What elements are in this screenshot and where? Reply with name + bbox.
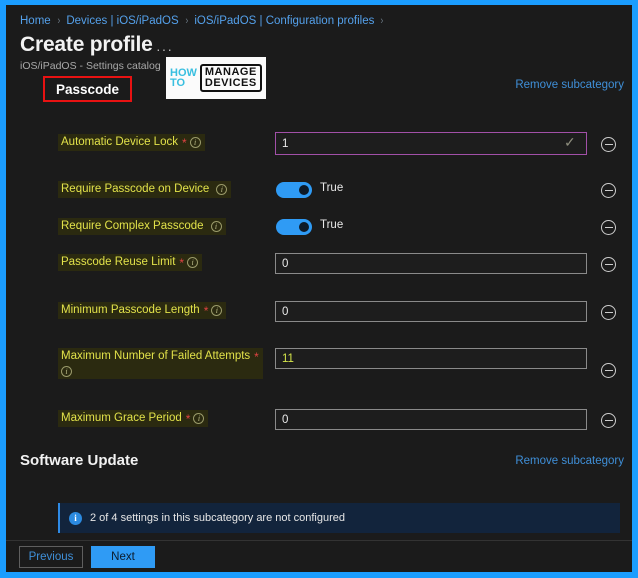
- remove-setting-button-passcode-reuse-limit[interactable]: [601, 257, 616, 272]
- required-asterisk: *: [203, 303, 209, 318]
- breadcrumb: Home › Devices | iOS/iPadOS › iOS/iPadOS…: [20, 11, 390, 31]
- setting-label-passcode-reuse-limit: Passcode Reuse Limit * i: [58, 254, 203, 272]
- previous-button[interactable]: Previous: [19, 545, 83, 568]
- breadcrumb-separator-icon: ›: [380, 15, 384, 27]
- label-text: Maximum Grace Period: [61, 412, 182, 424]
- azure-portal-blade: Home › Devices | iOS/iPadOS › iOS/iPadOS…: [6, 5, 632, 572]
- setting-label-minimum-passcode-length: Minimum Passcode Length * i: [58, 302, 227, 320]
- logo-managedevices-text: MANAGE DEVICES: [199, 64, 262, 92]
- info-icon[interactable]: i: [210, 221, 222, 233]
- label-text: Require Complex Passcode: [61, 220, 204, 232]
- input-maximum-number-of-failed-attempts[interactable]: [275, 348, 587, 369]
- label-text: Passcode Reuse Limit: [61, 256, 176, 268]
- toggle-knob: [299, 222, 309, 232]
- setting-row-maximum-grace-period: Maximum Grace Period * i: [6, 409, 632, 439]
- info-circle-icon: i: [69, 511, 82, 525]
- label-text: Require Passcode on Device: [61, 183, 210, 195]
- next-button[interactable]: Next: [91, 545, 155, 568]
- required-asterisk: *: [181, 135, 187, 150]
- label-text: Maximum Number of Failed Attempts: [61, 350, 251, 362]
- subcategory-title-passcode: Passcode: [55, 81, 120, 97]
- setting-row-automatic-device-lock: Automatic Device Lock * i ✓: [6, 132, 632, 162]
- breadcrumb-separator-icon: ›: [185, 15, 188, 27]
- toggle-value-require-passcode-on-device: True: [320, 182, 344, 194]
- remove-setting-button-automatic-device-lock[interactable]: [601, 137, 616, 152]
- setting-label-require-complex-passcode: Require Complex Passcode i: [58, 218, 226, 236]
- page-title: Create profile: [20, 33, 153, 56]
- info-icon[interactable]: i: [187, 257, 199, 269]
- section-title-software-update: Software Update: [20, 452, 139, 469]
- required-asterisk: *: [179, 255, 185, 270]
- remove-setting-button-minimum-passcode-length[interactable]: [601, 305, 616, 320]
- page-subtitle: iOS/iPadOS - Settings catalog: [20, 60, 161, 72]
- info-banner-text: 2 of 4 settings in this subcategory are …: [90, 512, 345, 524]
- setting-row-passcode-reuse-limit: Passcode Reuse Limit * i: [6, 253, 632, 283]
- footer-bar: Previous Next: [6, 541, 632, 572]
- required-asterisk: *: [185, 411, 191, 426]
- logo-word-devices: DEVICES: [204, 77, 257, 89]
- info-icon[interactable]: i: [193, 413, 205, 425]
- setting-row-require-complex-passcode: Require Complex Passcode i True: [6, 218, 632, 248]
- info-icon[interactable]: i: [216, 184, 228, 196]
- setting-row-maximum-number-of-failed-attempts: Maximum Number of Failed Attempts * i: [6, 348, 632, 394]
- info-icon[interactable]: i: [189, 137, 201, 149]
- input-automatic-device-lock[interactable]: [275, 132, 587, 155]
- breadcrumb-item-devices[interactable]: Devices | iOS/iPadOS: [66, 15, 178, 27]
- remove-setting-button-require-complex-passcode[interactable]: [601, 220, 616, 235]
- breadcrumb-item-home[interactable]: Home: [20, 15, 51, 27]
- howtomanagedevices-logo: HOW TO MANAGE DEVICES: [166, 57, 266, 99]
- remove-subcategory-passcode-link[interactable]: Remove subcategory: [515, 79, 624, 91]
- label-text: Minimum Passcode Length: [61, 304, 200, 316]
- more-options-icon[interactable]: ···: [156, 41, 173, 57]
- remove-setting-button-require-passcode-on-device[interactable]: [601, 183, 616, 198]
- remove-setting-button-maximum-number-of-failed-attempts[interactable]: [601, 363, 616, 378]
- setting-label-require-passcode-on-device: Require Passcode on Device i: [58, 181, 232, 199]
- breadcrumb-separator-icon: ›: [57, 15, 60, 27]
- setting-label-automatic-device-lock: Automatic Device Lock * i: [58, 134, 205, 152]
- setting-row-require-passcode-on-device: Require Passcode on Device i True: [6, 181, 632, 211]
- required-asterisk: *: [254, 349, 259, 364]
- logo-howto-text: HOW TO: [170, 67, 197, 89]
- screenshot-frame: Home › Devices | iOS/iPadOS › iOS/iPadOS…: [0, 0, 638, 578]
- label-text: Automatic Device Lock: [61, 136, 178, 148]
- info-icon[interactable]: i: [61, 366, 72, 378]
- input-passcode-reuse-limit[interactable]: [275, 253, 587, 274]
- info-banner: i 2 of 4 settings in this subcategory ar…: [58, 503, 620, 533]
- setting-row-minimum-passcode-length: Minimum Passcode Length * i: [6, 301, 632, 331]
- toggle-require-passcode-on-device[interactable]: [276, 182, 312, 198]
- remove-subcategory-software-update-link[interactable]: Remove subcategory: [515, 455, 624, 467]
- breadcrumb-item-configuration-profiles[interactable]: iOS/iPadOS | Configuration profiles: [194, 15, 374, 27]
- input-maximum-grace-period[interactable]: [275, 409, 587, 430]
- toggle-value-require-complex-passcode: True: [320, 219, 344, 231]
- setting-label-maximum-grace-period: Maximum Grace Period * i: [58, 410, 209, 428]
- toggle-require-complex-passcode[interactable]: [276, 219, 312, 235]
- remove-setting-button-maximum-grace-period[interactable]: [601, 413, 616, 428]
- toggle-knob: [299, 185, 309, 195]
- input-minimum-passcode-length[interactable]: [275, 301, 587, 322]
- info-icon[interactable]: i: [211, 305, 223, 317]
- subcategory-passcode-highlight: Passcode: [43, 76, 132, 102]
- setting-label-maximum-number-of-failed-attempts: Maximum Number of Failed Attempts * i: [58, 348, 263, 380]
- logo-line-to: TO: [170, 77, 186, 89]
